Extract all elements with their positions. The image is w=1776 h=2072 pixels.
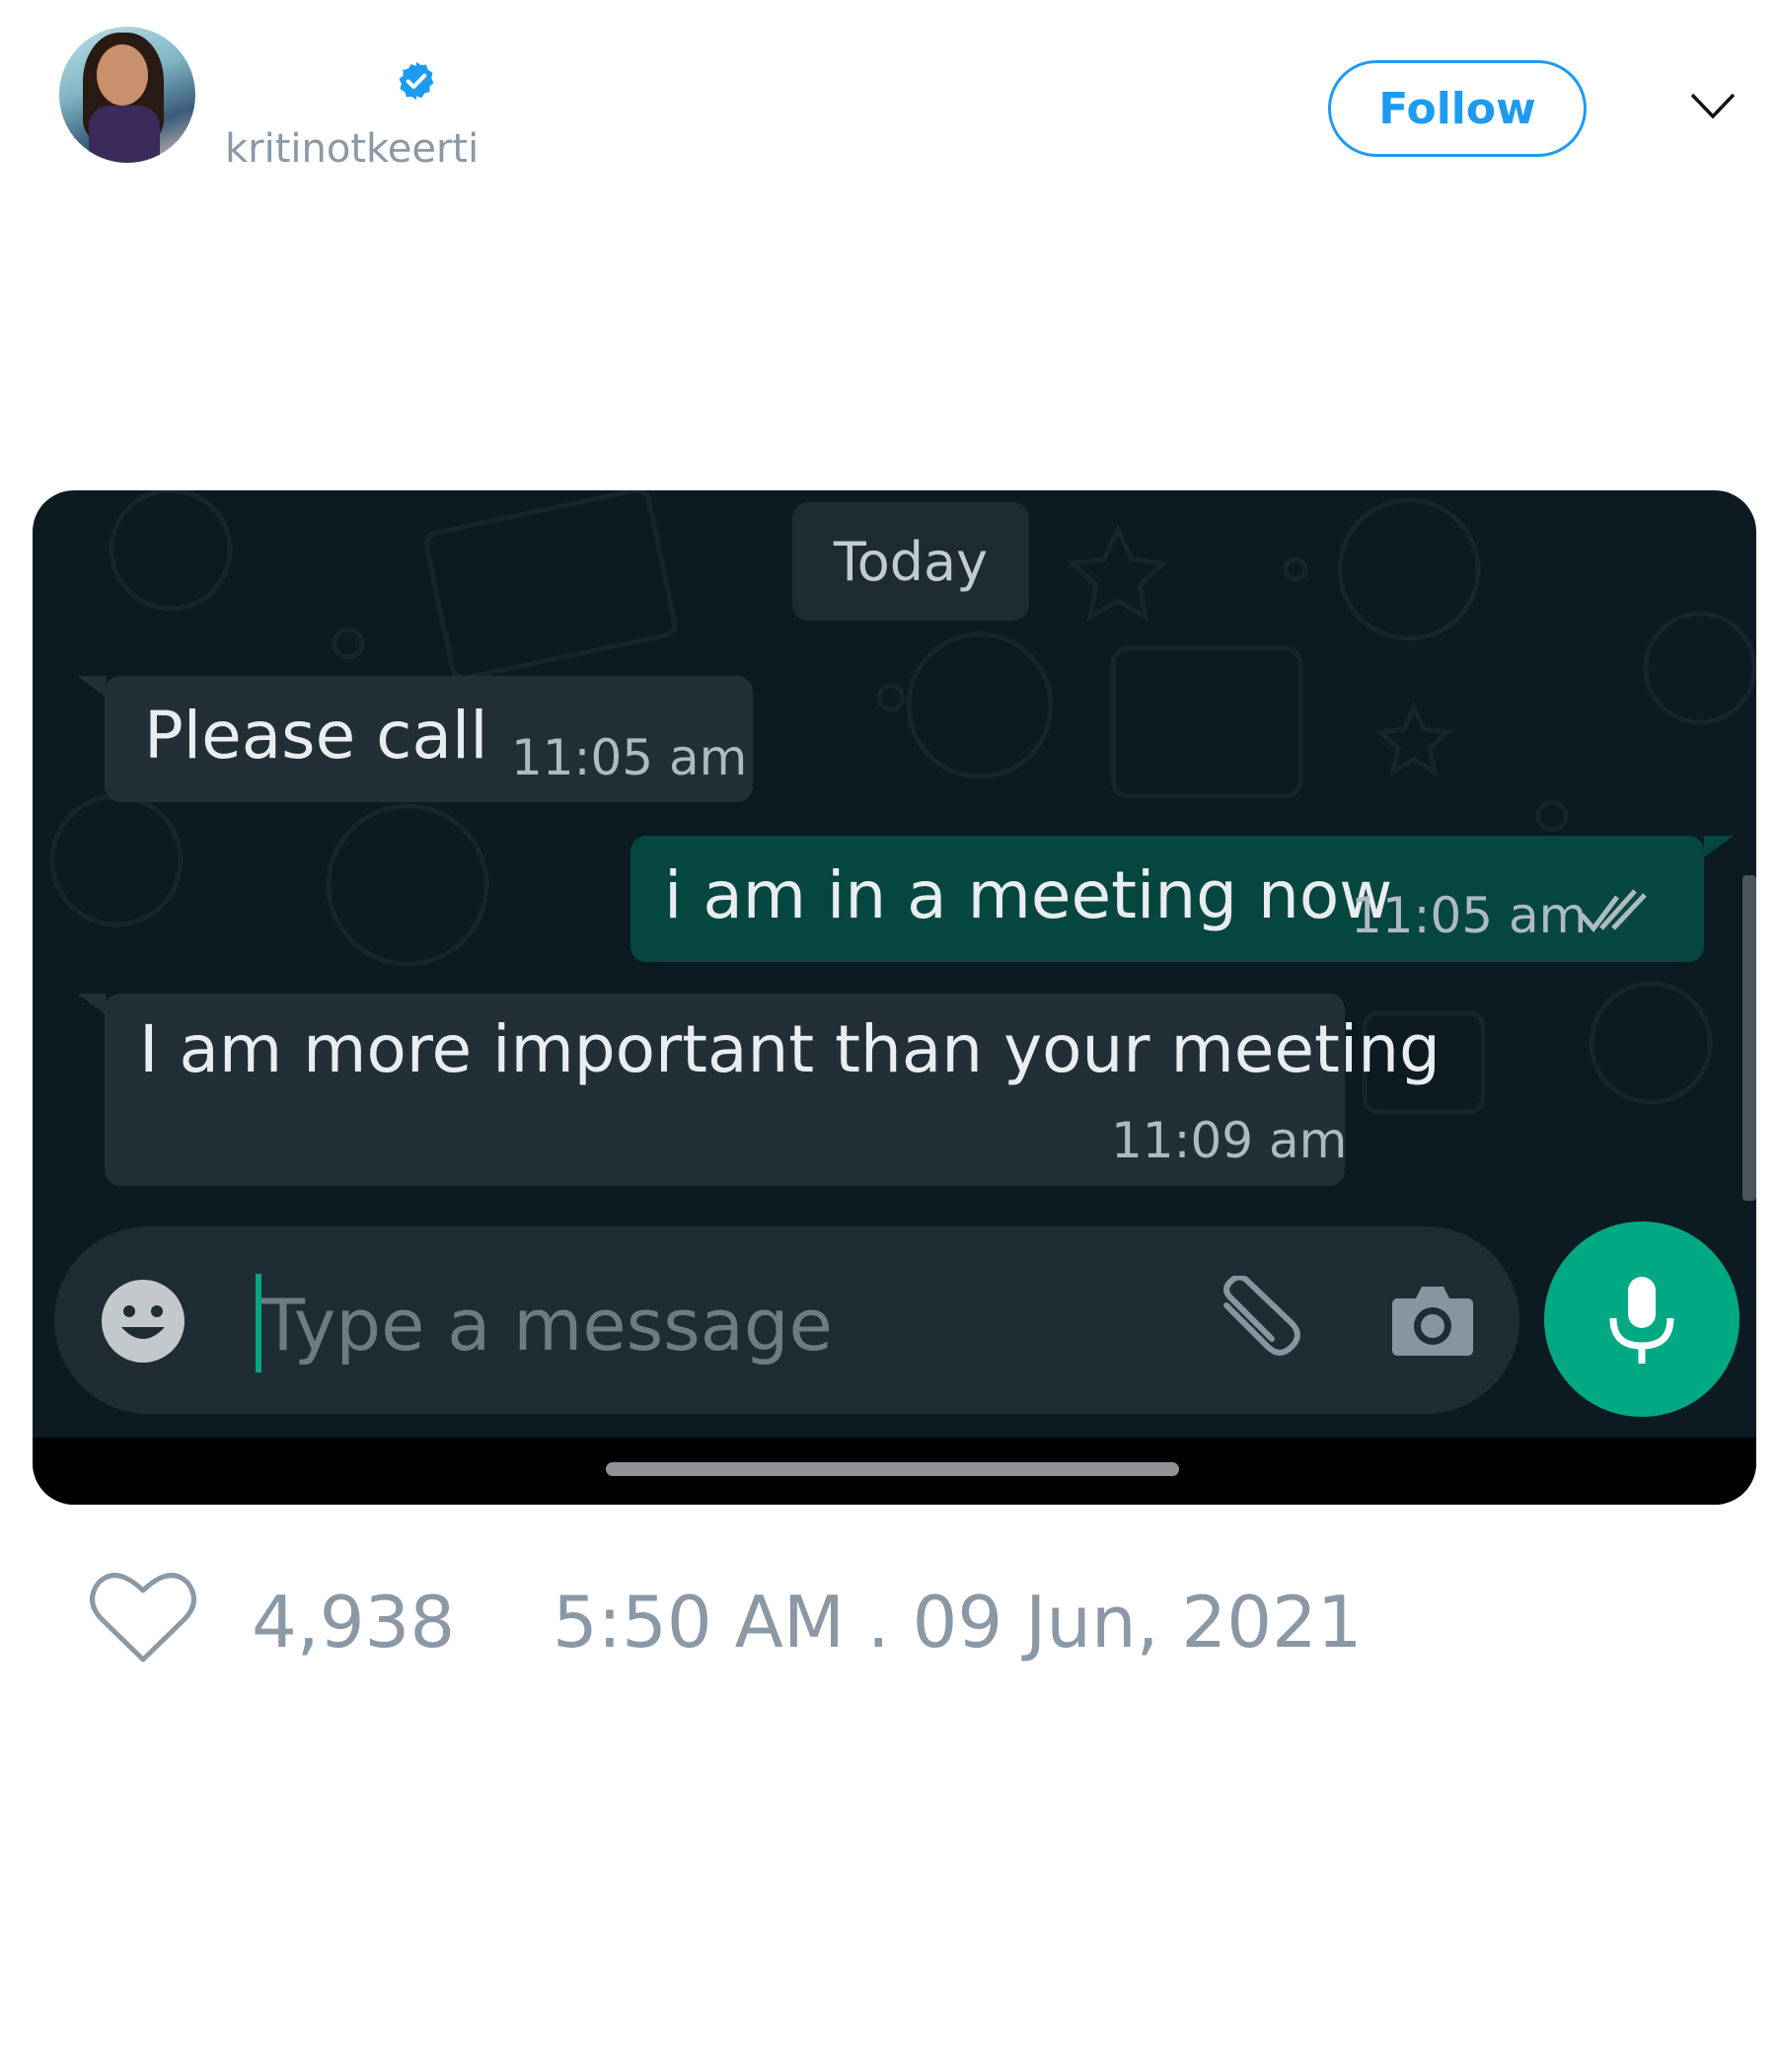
message-input[interactable]: Type a message (54, 1226, 1519, 1414)
scrollbar[interactable] (1742, 875, 1756, 1201)
message-text: i am in a meeting now (664, 857, 1393, 933)
tweet-footer: 4,938 5:50 AM . 09 Jun, 2021 (0, 1569, 1776, 1687)
like-count[interactable]: 4,938 (252, 1581, 455, 1664)
camera-icon[interactable] (1388, 1281, 1477, 1360)
follow-button[interactable]: Follow (1328, 60, 1587, 157)
attach-icon[interactable] (1207, 1276, 1305, 1365)
message-text: I am more important than your meeting (139, 1011, 1441, 1087)
message-bubble-incoming[interactable]: Please call 11:05 am (105, 676, 753, 802)
emoji-icon[interactable] (100, 1278, 186, 1365)
tweet-timestamp[interactable]: 5:50 AM . 09 Jun, 2021 (553, 1581, 1363, 1664)
date-separator: Today (792, 502, 1029, 621)
chat-screenshot: Today Please call 11:05 am i am in a mee… (33, 490, 1756, 1505)
double-check-icon (1580, 889, 1647, 932)
verified-badge-icon (399, 61, 434, 101)
message-time: 11:05 am (1351, 887, 1588, 944)
bubble-tail (77, 994, 107, 1015)
tweet-header: kritinotkeerti Follow (0, 0, 1776, 197)
heart-icon[interactable] (89, 1569, 197, 1665)
home-indicator[interactable] (606, 1462, 1179, 1476)
message-text: Please call (144, 698, 488, 774)
message-placeholder: Type a message (261, 1284, 833, 1367)
avatar[interactable] (59, 27, 195, 163)
username[interactable]: kritinotkeerti (225, 126, 479, 172)
chevron-down-icon[interactable] (1689, 91, 1737, 120)
message-time: 11:05 am (511, 729, 748, 786)
message-time: 11:09 am (1111, 1112, 1348, 1169)
message-bubble-outgoing[interactable]: i am in a meeting now 11:05 am (630, 836, 1704, 962)
bubble-tail (1704, 836, 1734, 857)
mic-icon (1609, 1277, 1674, 1364)
message-bubble-incoming[interactable]: I am more important than your meeting 11… (105, 994, 1441, 1186)
mic-button[interactable] (1544, 1221, 1739, 1417)
bubble-tail (77, 676, 107, 698)
